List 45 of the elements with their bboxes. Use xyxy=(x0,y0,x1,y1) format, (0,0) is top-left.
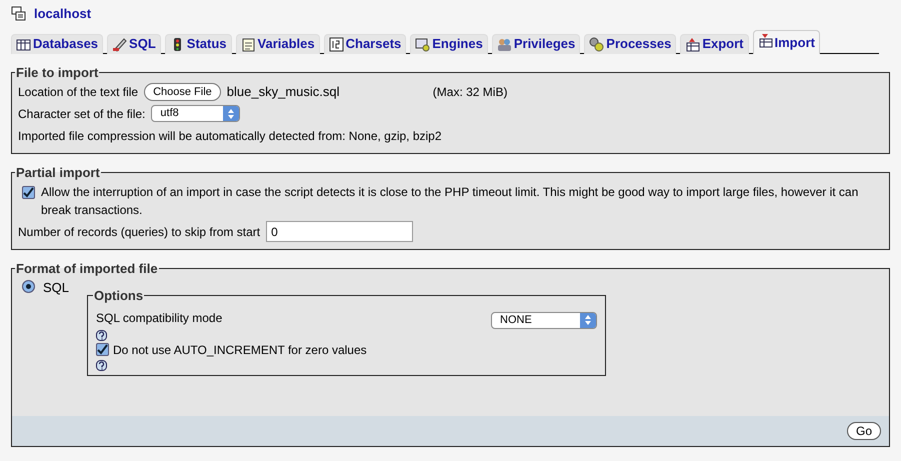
table-arrow-icon xyxy=(685,36,700,52)
tab[interactable]: Processes xyxy=(584,34,676,54)
compression-note: Imported file compression will be automatically detected from: None, gzip, bzip2 xyxy=(18,128,442,144)
tab[interactable]: Variables xyxy=(236,34,320,54)
notepad-icon xyxy=(240,36,256,52)
tab[interactable]: Charsets xyxy=(324,34,406,54)
panel-legend: Partial import xyxy=(15,166,101,178)
stepper-icon xyxy=(227,108,236,120)
pencil-icon xyxy=(112,36,128,52)
checkbox[interactable] xyxy=(22,186,35,198)
radio-button[interactable] xyxy=(22,280,35,292)
skip-count-field[interactable]: 0 xyxy=(266,221,414,242)
server-icon xyxy=(11,6,26,22)
panel-legend: File to import xyxy=(15,66,100,78)
tab[interactable]: Engines xyxy=(410,34,488,54)
tab[interactable]: Databases xyxy=(11,34,104,54)
field-label: SQL compatibility mode xyxy=(96,310,222,327)
users-icon xyxy=(496,36,512,52)
field-label: Character set of the file: xyxy=(18,106,146,122)
help-icon xyxy=(96,360,107,372)
table-icon xyxy=(16,36,31,52)
numbers-icon xyxy=(328,36,344,52)
help-icon xyxy=(96,330,107,341)
choose-file-button[interactable]: Choose File xyxy=(144,82,221,100)
tab[interactable]: Import xyxy=(752,30,820,54)
server-title[interactable]: localhost xyxy=(34,4,92,24)
field-label: Number of records (queries) to skip from start xyxy=(18,224,260,240)
tab[interactable]: SQL xyxy=(107,34,161,54)
file-name: blue_sky_music.sql xyxy=(226,82,340,101)
checkbox-label: Allow the interruption of an import in case the script detects it is close to the PHP timeout limit. This might be good way to import large files, however it can break transactions. xyxy=(41,184,860,218)
checkbox[interactable] xyxy=(96,343,109,356)
panel-legend: Options xyxy=(93,288,144,302)
tab[interactable]: Privileges xyxy=(492,34,580,54)
go-button[interactable]: Go xyxy=(846,422,881,440)
radio-label: SQL xyxy=(43,278,70,296)
checkbox-label: Do not use AUTO_INCREMENT for zero values xyxy=(113,342,367,359)
table-arrow-icon xyxy=(758,32,773,48)
panel-legend: Format of imported file xyxy=(15,262,159,274)
tab[interactable]: Status xyxy=(164,34,232,54)
stepper-icon xyxy=(584,314,592,326)
charset-select[interactable]: utf8 xyxy=(151,105,240,122)
field-label: Location of the text file xyxy=(18,84,138,100)
tab[interactable]: Export xyxy=(680,34,749,54)
max-size-note: (Max: 32 MiB) xyxy=(432,84,508,100)
compatibility-select[interactable]: NONE xyxy=(491,312,597,328)
